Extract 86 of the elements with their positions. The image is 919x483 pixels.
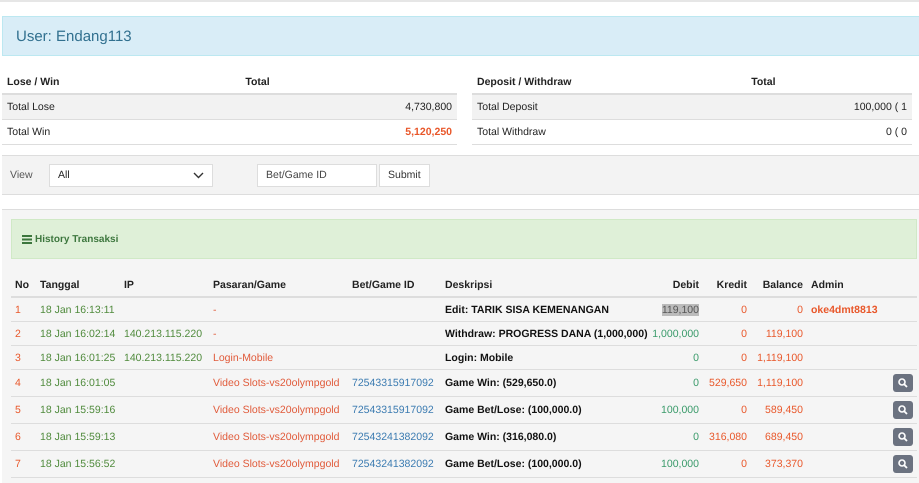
debit-value: 1,000,000 [652, 328, 699, 340]
balance-cell: 119,100 [751, 322, 807, 346]
ip-cell: 140.213.115.220 [120, 322, 209, 346]
row-number: 7 [11, 450, 36, 478]
kredit-cell: 529,650 [703, 370, 751, 396]
submit-button[interactable]: Submit [379, 164, 430, 186]
row-number: 5 [11, 396, 36, 424]
date-cell: 18 Jan 16:01:25 [36, 346, 120, 370]
description-cell: Edit: TARIK SISA KEMENANGAN [441, 297, 648, 322]
view-select[interactable]: All [49, 164, 213, 186]
balance-cell: 1,119,100 [751, 370, 807, 396]
search-button[interactable] [893, 401, 913, 419]
game-cell: Video Slots-vs20olympgold [209, 370, 348, 396]
bet-id-cell: 72543241382092 [348, 450, 441, 478]
date-cell: 18 Jan 15:59:13 [36, 424, 120, 450]
kredit-cell: 0 [703, 322, 751, 346]
column-header: Debit [648, 274, 703, 297]
balance-cell: 689,450 [751, 424, 807, 450]
description-cell: Withdraw: PROGRESS DANA (1,000,000) [441, 322, 648, 346]
bet-id-cell: 72543315917092 [348, 396, 441, 424]
debit-value: 0 [693, 431, 699, 443]
column-header: Pasaran/Game [209, 274, 348, 297]
column-header: No [11, 274, 36, 297]
kredit-cell: 0 [703, 396, 751, 424]
search-icon [898, 405, 908, 415]
debit-value: 100,000 [661, 458, 699, 470]
search-icon [898, 378, 908, 388]
debit-value: 119,100 [662, 304, 699, 316]
column-header: Admin [807, 274, 917, 297]
description-cell: Login: Mobile [441, 346, 648, 370]
money-icon [22, 234, 32, 244]
balance-cell: 589,450 [751, 396, 807, 424]
deposit-withdraw-label: Total Withdraw [472, 120, 746, 144]
bet-id-cell: 72543241382092 [348, 424, 441, 450]
view-label: View [10, 169, 34, 181]
column-header: Balance [751, 274, 807, 297]
ip-cell: 140.213.115.220 [120, 346, 209, 370]
game-cell: Video Slots-vs20olympgold [209, 396, 348, 424]
deposit-withdraw-value: 0 ( 0 [746, 120, 912, 144]
game-cell: Video Slots-vs20olympgold [209, 424, 348, 450]
description-cell: Game Win: (316,080.0) [441, 424, 648, 450]
game-cell: - [209, 322, 348, 346]
kredit-cell: 0 [703, 346, 751, 370]
description-cell: Game Win: (529,650.0) [441, 370, 648, 396]
game-cell: Video Slots-vs20olympgold [209, 450, 348, 478]
column-header: IP [120, 274, 209, 297]
lose-win-label: Total Win [2, 120, 240, 144]
balance-cell: 373,370 [751, 450, 807, 478]
search-button[interactable] [893, 455, 913, 473]
debit-value: 100,000 [661, 404, 699, 416]
date-cell: 18 Jan 16:01:05 [36, 370, 120, 396]
search-button[interactable] [893, 428, 913, 446]
date-cell: 18 Jan 16:13:11 [36, 297, 120, 322]
date-cell: 18 Jan 16:02:14 [36, 322, 120, 346]
debit-value: 0 [693, 377, 699, 389]
description-cell: Game Bet/Lose: (100,000.0) [441, 396, 648, 424]
row-number: 3 [11, 346, 36, 370]
row-number: 2 [11, 322, 36, 346]
kredit-cell: 0 [703, 297, 751, 322]
column-header: Tanggal [36, 274, 120, 297]
balance-cell: 1,119,100 [751, 346, 807, 370]
row-number: 1 [11, 297, 36, 322]
row-number: 6 [11, 424, 36, 450]
kredit-cell: 316,080 [703, 424, 751, 450]
date-cell: 18 Jan 15:56:52 [36, 450, 120, 478]
user-title: User: Endang113 [16, 28, 132, 44]
balance-cell: 0 [751, 297, 807, 322]
chevron-down-icon [193, 172, 204, 178]
kredit-cell: 0 [703, 450, 751, 478]
game-cell: - [209, 297, 348, 322]
search-button[interactable] [893, 374, 913, 392]
debit-value: 0 [693, 352, 699, 364]
column-header: Bet/Game ID [348, 274, 441, 297]
description-cell: Game Bet/Lose: (100,000.0) [441, 450, 648, 478]
lose-win-value: 5,120,250 [240, 120, 457, 144]
date-cell: 18 Jan 15:59:16 [36, 396, 120, 424]
search-icon [898, 432, 908, 442]
history-title: History Transaksi [35, 234, 118, 244]
column-header: Deskripsi [441, 274, 648, 297]
column-header: Kredit [703, 274, 751, 297]
admin-name: oke4dmt8813 [811, 304, 878, 316]
row-number: 4 [11, 370, 36, 396]
bet-id-field[interactable]: Bet/Game ID [257, 164, 377, 186]
game-cell: Login-Mobile [209, 346, 348, 370]
search-icon [898, 459, 908, 469]
bet-id-cell: 72543315917092 [348, 370, 441, 396]
